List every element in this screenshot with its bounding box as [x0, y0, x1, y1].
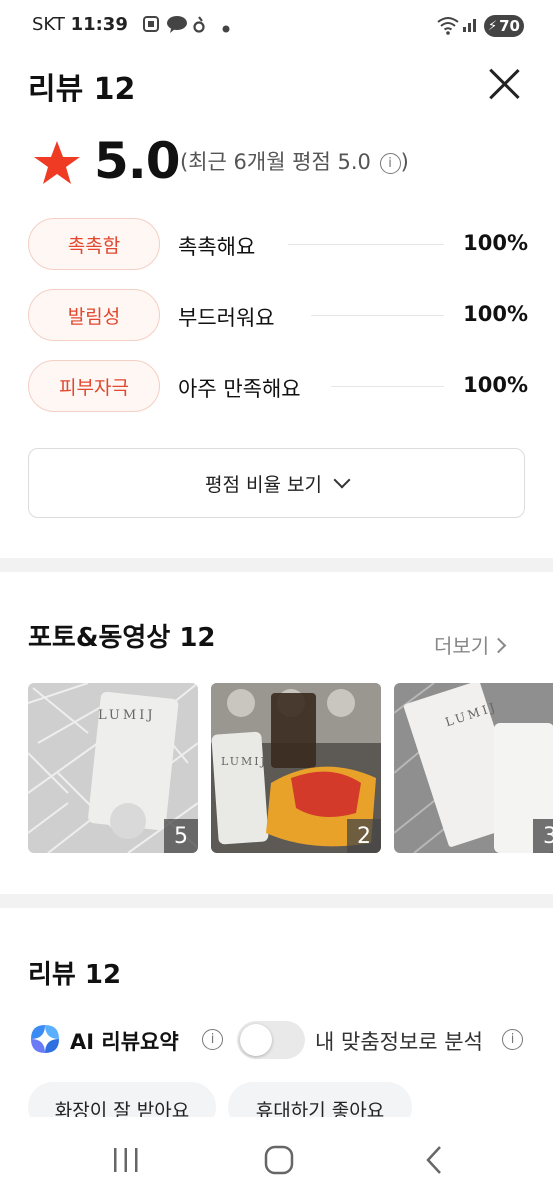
attribute-label: 아주 만족해요 — [178, 377, 301, 401]
battery-level: 70 — [499, 17, 520, 35]
more-notifications-dot — [222, 18, 230, 37]
ai-summary-label: AI 리뷰요약 — [70, 1030, 179, 1054]
review-section-title: 리뷰 12 — [28, 960, 122, 990]
attribute-chip: 피부자극 — [28, 360, 160, 412]
photo-count-badge: 3 — [533, 819, 553, 853]
section-divider — [0, 894, 553, 908]
more-label: 더보기 — [434, 634, 490, 658]
app-notification-icon — [193, 15, 205, 37]
attribute-row: 촉촉함 촉촉해요 100% — [28, 218, 528, 270]
chevron-down-icon — [333, 471, 351, 489]
page-title: 리뷰 12 — [28, 72, 136, 107]
product-brand-text: LUMIJ — [98, 708, 156, 723]
chat-icon — [166, 15, 188, 37]
clock: 11:39 — [70, 14, 128, 35]
photo-count-badge: 2 — [347, 819, 381, 853]
more-link[interactable]: 더보기 — [434, 630, 507, 659]
attribute-bar — [311, 315, 444, 316]
attribute-chip: 발림성 — [28, 289, 160, 341]
close-icon[interactable] — [486, 66, 522, 102]
photo-count-badge: 5 — [164, 819, 198, 853]
screenshot-icon — [142, 15, 160, 37]
photo-image: LUMIJ — [394, 683, 553, 853]
attribute-percent: 100% — [463, 231, 528, 255]
carrier-name: SKT — [32, 14, 65, 35]
personalized-analysis-label: 내 맞춤정보로 분석 — [315, 1030, 483, 1054]
rating-value: 5.0 — [94, 132, 181, 190]
wifi-icon — [436, 15, 460, 39]
photo-thumbnail[interactable]: LUMIJ 3 — [394, 683, 553, 853]
attribute-label: 부드러워요 — [178, 306, 275, 330]
ai-summary-row: AI 리뷰요약 i 내 맞춤정보로 분석 i — [28, 1018, 528, 1062]
attribute-label: 촉촉해요 — [178, 235, 256, 259]
info-icon[interactable]: i — [202, 1029, 223, 1050]
signal-icon — [462, 15, 480, 37]
attribute-percent: 100% — [463, 302, 528, 326]
back-icon[interactable] — [424, 1145, 444, 1179]
photo-thumbnail[interactable]: LUMIJ 2 — [211, 683, 381, 853]
recent-apps-icon[interactable] — [112, 1147, 140, 1177]
rating-period-note: (최근 6개월 평점 5.0 i) — [180, 146, 409, 176]
ratio-button-label: 평점 비율 보기 — [205, 473, 322, 496]
attribute-bar — [288, 244, 444, 245]
attribute-percent: 100% — [463, 373, 528, 397]
section-divider — [0, 558, 553, 572]
attribute-row: 피부자극 아주 만족해요 100% — [28, 360, 528, 412]
attribute-bar — [331, 386, 444, 387]
star-icon — [33, 140, 81, 190]
personalize-toggle[interactable] — [237, 1021, 305, 1059]
rating-note-text: (최근 6개월 평점 5.0 — [180, 150, 371, 174]
info-icon[interactable]: i — [379, 153, 401, 174]
attribute-row: 발림성 부드러워요 100% — [28, 289, 528, 341]
photo-thumbnail[interactable]: LUMIJ 5 — [28, 683, 198, 853]
photo-section-title: 포토&동영상 12 — [28, 623, 216, 653]
info-icon[interactable]: i — [502, 1029, 523, 1050]
ai-sparkle-icon — [28, 1022, 62, 1060]
product-brand-text: LUMIJ — [221, 755, 267, 768]
system-navigation-bar — [0, 1117, 553, 1200]
chevron-right-icon — [490, 637, 507, 654]
toggle-knob — [240, 1024, 272, 1056]
status-bar: SKT 11:39 ⚡ 70 — [0, 0, 553, 52]
view-rating-ratio-button[interactable]: 평점 비율 보기 — [28, 448, 525, 518]
attribute-chip: 촉촉함 — [28, 218, 160, 270]
charging-icon: ⚡ — [487, 18, 498, 34]
rating-note-close: ) — [400, 150, 409, 174]
home-icon[interactable] — [264, 1145, 294, 1179]
status-carrier-time: SKT 11:39 — [32, 14, 128, 35]
battery-indicator: ⚡ 70 — [484, 15, 524, 37]
